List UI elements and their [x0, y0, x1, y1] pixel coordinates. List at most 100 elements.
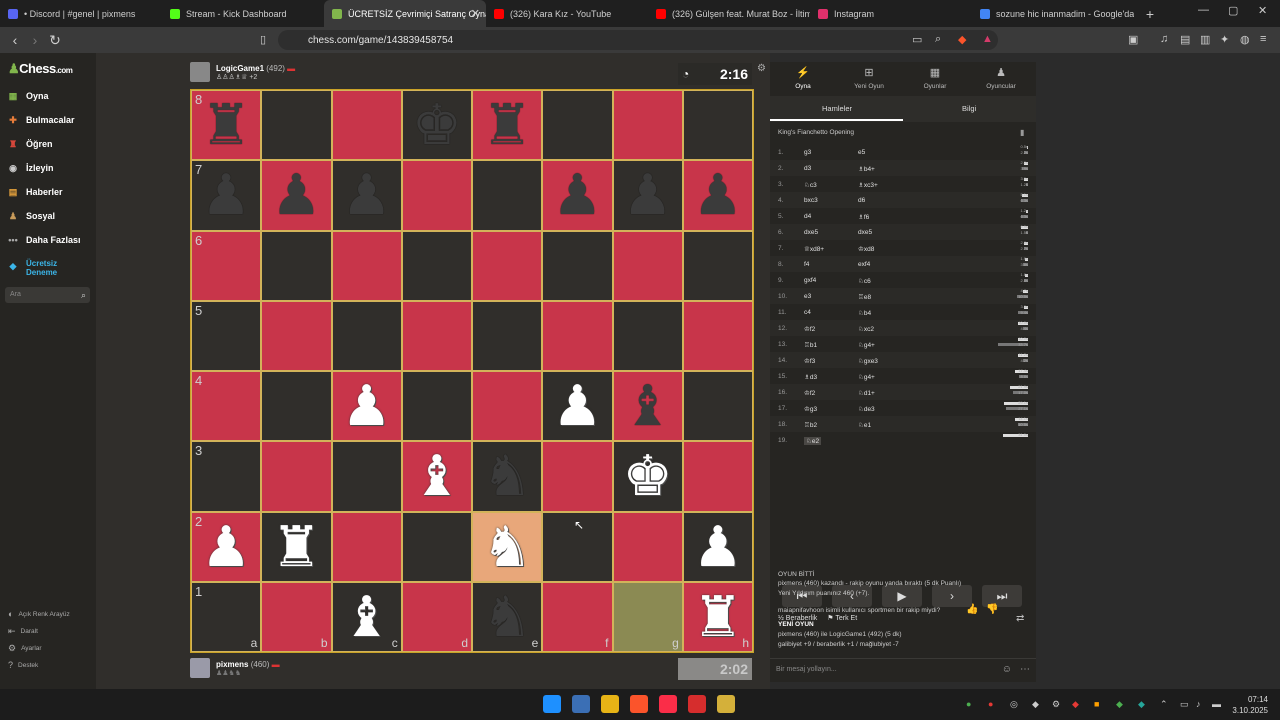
square-c8[interactable] — [331, 90, 402, 161]
square-b2[interactable]: ♜ — [261, 511, 332, 582]
black-move[interactable]: ♘de3 — [858, 405, 875, 413]
top-player[interactable]: LogicGame1 (492) ▬ ♙♙♙♗♕ +2 — [190, 62, 295, 82]
white-move[interactable]: dxe5 — [804, 229, 818, 236]
apple-music-icon[interactable] — [659, 695, 677, 713]
sidebar-item-0[interactable]: ▦ Oyna — [6, 87, 49, 105]
chess-logo[interactable]: ♟Chess.com — [8, 61, 73, 77]
tray-icon[interactable]: ● — [988, 699, 993, 709]
tray-icon[interactable]: ◆ — [1032, 699, 1039, 710]
thumbs-down-icon[interactable]: 👎 — [986, 604, 998, 615]
tab-info[interactable]: Bilgi — [962, 104, 976, 113]
sidebar-footer-item[interactable]: ⇤ Daralt — [8, 626, 38, 637]
square-e4[interactable] — [472, 371, 543, 442]
browser-tab[interactable]: • Discord | #genel | pixmens — [0, 0, 162, 27]
sidebar-item-5[interactable]: ♟ Sosyal — [6, 207, 55, 225]
white-bishop-icon[interactable]: ♝ — [412, 448, 462, 504]
square-d6[interactable] — [401, 230, 472, 301]
square-b4[interactable] — [261, 371, 332, 442]
more-options-icon[interactable]: ⋯ — [1020, 664, 1030, 675]
minimize-icon[interactable]: — — [1198, 4, 1209, 16]
square-d4[interactable] — [401, 371, 472, 442]
square-d8[interactable]: ♚ — [401, 90, 472, 161]
square-f4[interactable]: ♟ — [542, 371, 613, 442]
black-bishop-icon[interactable]: ♝ — [623, 378, 673, 434]
black-move[interactable]: exf4 — [858, 261, 870, 268]
chessboard[interactable]: 8 ♜ ♚ ♜ 7 ♟ ♟ ♟ ♟ ♟ ♟ 6 5 4 ♟ ♟ ♝ 3 ♝ ♞ ♚ 2 ♟ ♜ ♞ ♟ 1 a b c ♝ d e ♞ f g h ♜ — [190, 89, 754, 653]
square-c6[interactable] — [331, 230, 402, 301]
white-rook-icon[interactable]: ♜ — [693, 588, 743, 645]
square-a2[interactable]: 2 ♟ — [191, 511, 262, 582]
black-knight-icon[interactable]: ♞ — [482, 448, 532, 504]
black-move[interactable]: ♘e1 — [858, 421, 871, 429]
square-g1[interactable]: g — [612, 581, 683, 652]
sidebar-footer-item[interactable]: ◐ Açık Renk Arayüz — [8, 609, 70, 619]
white-rook-icon[interactable]: ♜ — [271, 518, 321, 575]
white-pawn-icon[interactable]: ♟ — [342, 378, 392, 434]
brave-shield-icon[interactable]: ◆ — [958, 33, 966, 46]
square-b3[interactable] — [261, 441, 332, 512]
tray-icon[interactable]: ◆ — [1116, 699, 1123, 710]
square-d3[interactable]: ♝ — [401, 441, 472, 512]
avatar[interactable] — [190, 62, 210, 82]
black-move[interactable]: ♘gxe3 — [858, 357, 878, 365]
white-bishop-icon[interactable]: ♝ — [342, 588, 392, 645]
black-move[interactable]: e5 — [858, 149, 865, 156]
new-tab-button[interactable]: + — [1140, 0, 1160, 27]
square-a4[interactable]: 4 — [191, 371, 262, 442]
square-f7[interactable]: ♟ — [542, 160, 613, 231]
browser-tab[interactable]: sozune hic inanmadim - Google'da Ara — [972, 0, 1134, 27]
tray-icon[interactable]: ● — [966, 699, 971, 709]
tray-icon[interactable]: ⚙ — [1052, 699, 1060, 710]
widgets-icon[interactable] — [572, 695, 590, 713]
square-c1[interactable]: c ♝ — [331, 581, 402, 652]
square-c3[interactable] — [331, 441, 402, 512]
black-pawn-icon[interactable]: ♟ — [342, 167, 392, 223]
play-button[interactable]: ▶ — [882, 585, 922, 607]
white-knight-icon[interactable]: ♞ — [482, 518, 532, 575]
white-move[interactable]: d4 — [804, 213, 811, 220]
bottom-player[interactable]: pixmens (460) ▬ ♟♟♞♞ — [190, 658, 280, 678]
square-e5[interactable] — [472, 300, 543, 371]
square-g7[interactable]: ♟ — [612, 160, 683, 231]
maximize-icon[interactable]: ▢ — [1228, 4, 1238, 17]
tab-moves[interactable]: Hamleler — [822, 104, 852, 113]
app-icon[interactable] — [688, 695, 706, 713]
sidebar-item-6[interactable]: ••• Daha Fazlası — [6, 231, 80, 249]
black-knight-icon[interactable]: ♞ — [482, 588, 532, 645]
browser-tab[interactable]: Stream - Kick Dashboard — [162, 0, 324, 27]
square-h8[interactable] — [682, 90, 753, 161]
brave-rewards-icon[interactable]: ▲ — [982, 33, 993, 45]
white-move[interactable]: e3 — [804, 293, 811, 300]
white-move[interactable]: d3 — [804, 165, 811, 172]
top-player-name[interactable]: LogicGame1 (492) ▬ — [216, 64, 295, 73]
emoji-icon[interactable]: ☺ — [1002, 664, 1012, 675]
white-move[interactable]: g3 — [804, 149, 811, 156]
square-c7[interactable]: ♟ — [331, 160, 402, 231]
browser-tab[interactable]: (326) Kara Kız - YouTube — [486, 0, 648, 27]
square-b6[interactable] — [261, 230, 332, 301]
volume-icon[interactable]: ♪ — [1196, 699, 1201, 709]
square-h7[interactable]: ♟ — [682, 160, 753, 231]
black-move[interactable]: ♘xc2 — [858, 325, 874, 333]
panel-tab-0[interactable]: ⚡ Oyna — [770, 66, 836, 90]
sidebar-item-2[interactable]: ♜ Öğren — [6, 135, 53, 153]
square-e1[interactable]: e ♞ — [472, 581, 543, 652]
menu-icon[interactable]: ≡ — [1260, 33, 1266, 45]
white-move[interactable]: ♔f3 — [804, 357, 815, 365]
square-d7[interactable] — [401, 160, 472, 231]
white-move[interactable]: ♕xd8+ — [804, 245, 824, 253]
app-icon[interactable] — [717, 695, 735, 713]
black-move[interactable]: ♔xd8 — [858, 245, 874, 253]
square-f1[interactable]: f — [542, 581, 613, 652]
browser-tab[interactable]: (326) Gülşen feat. Murat Boz - İltimas — [648, 0, 810, 27]
url-field[interactable]: chess.com/game/143839458754 — [278, 30, 998, 50]
black-move[interactable]: ♘g4+ — [858, 373, 875, 381]
ai-icon[interactable]: ✦ — [1220, 33, 1229, 46]
back-icon[interactable]: ‹ — [5, 32, 25, 48]
square-d1[interactable]: d — [401, 581, 472, 652]
avatar[interactable] — [190, 658, 210, 678]
tray-icon[interactable]: ◆ — [1072, 699, 1079, 710]
black-move[interactable]: ♘c6 — [858, 277, 871, 285]
square-g2[interactable] — [612, 511, 683, 582]
square-c2[interactable] — [331, 511, 402, 582]
